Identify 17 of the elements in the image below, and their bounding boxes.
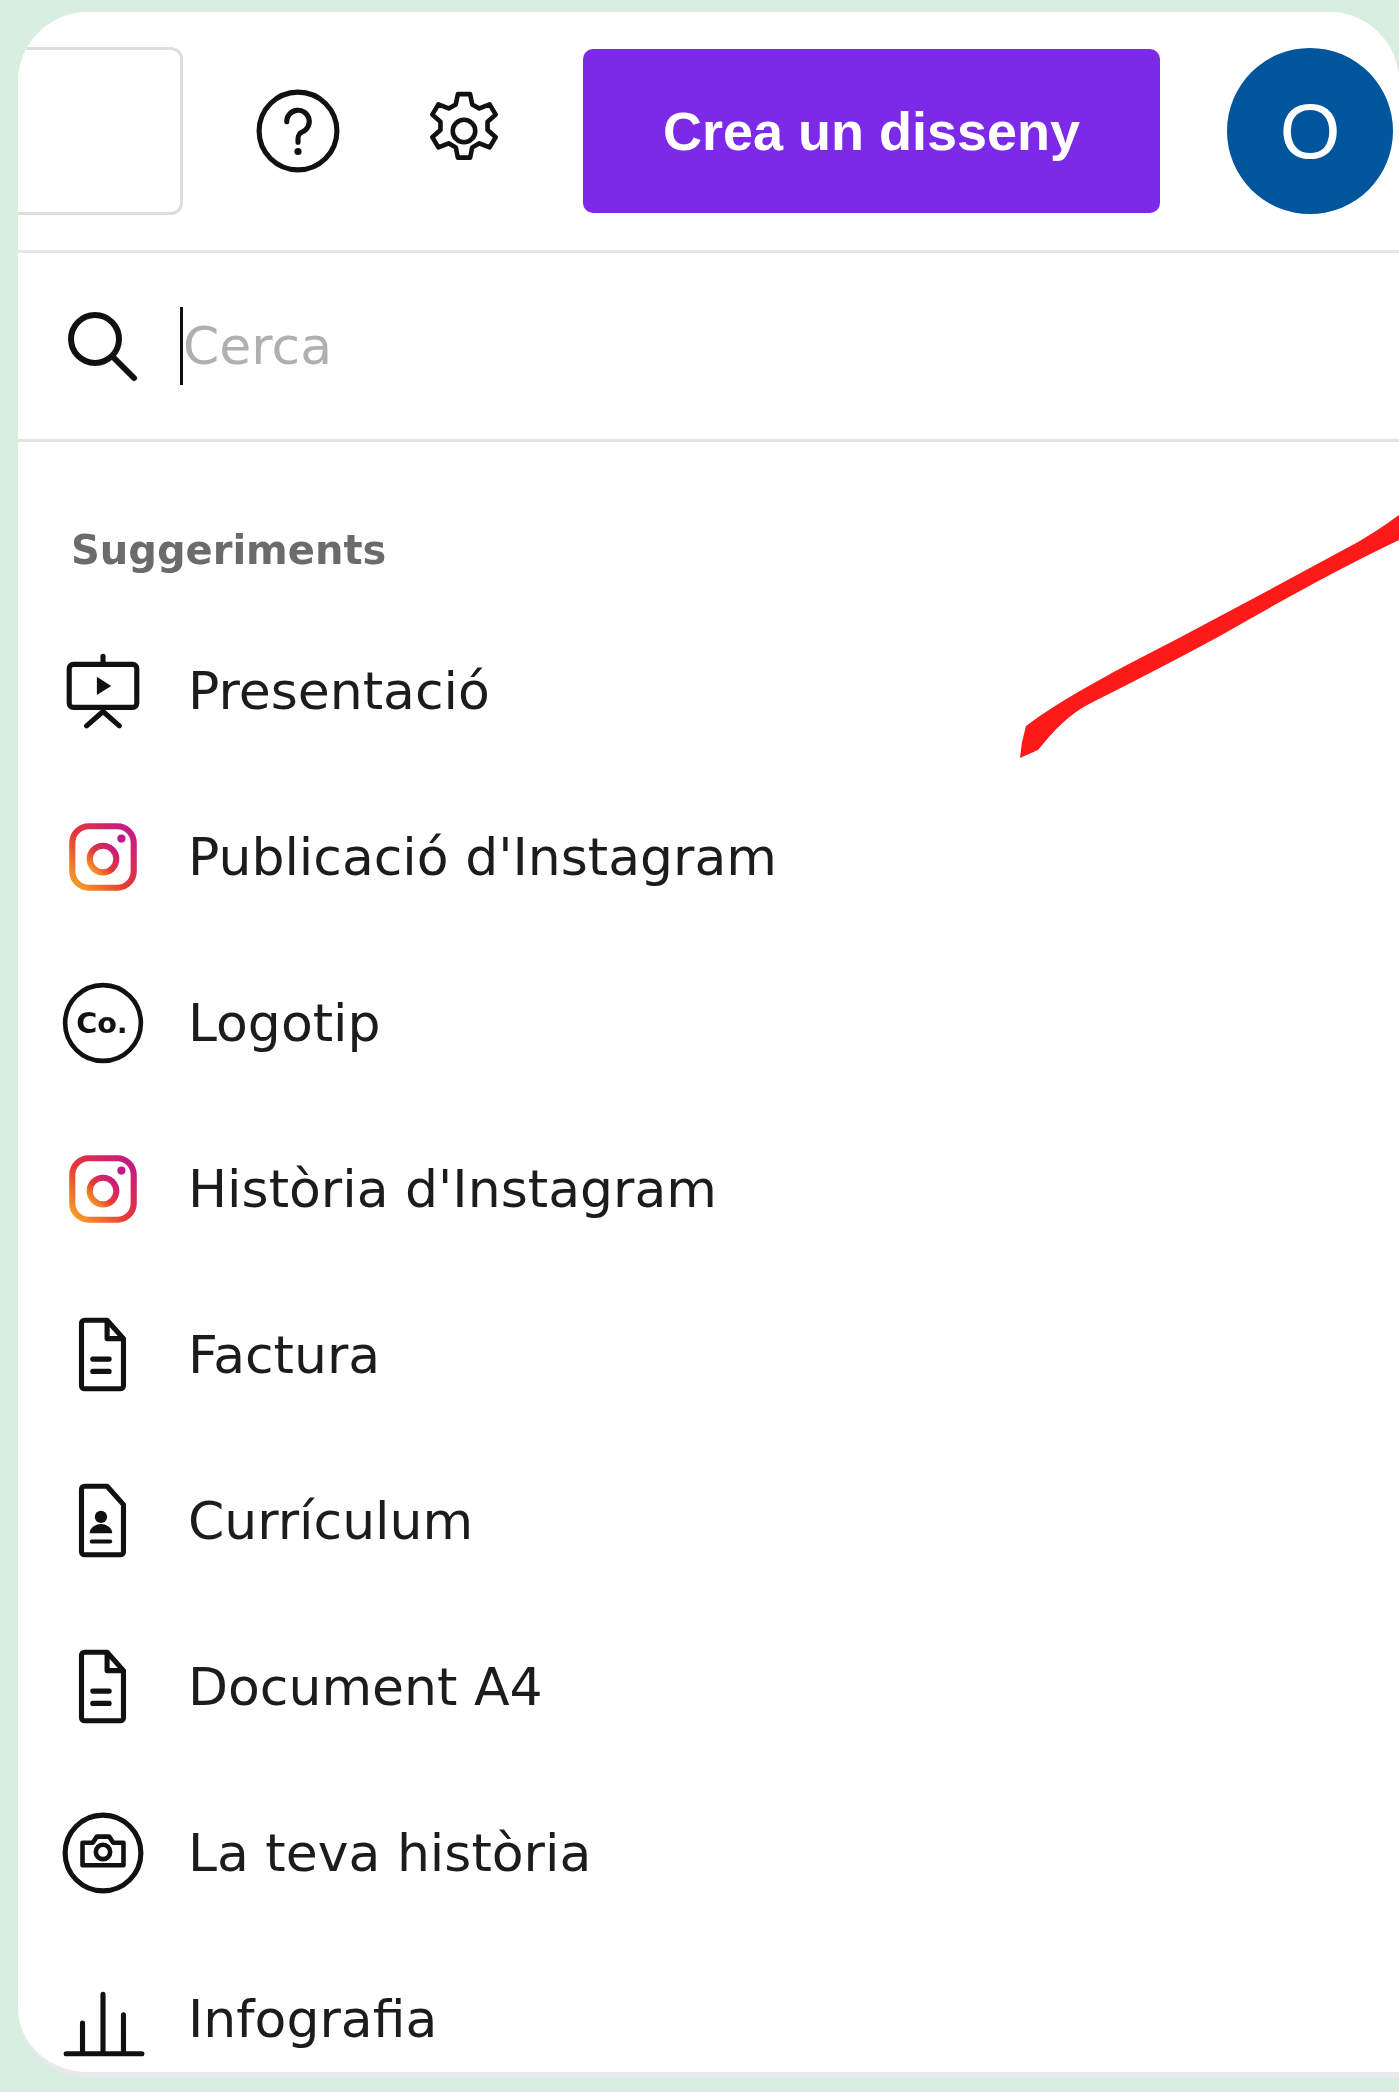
avatar[interactable]: O	[1227, 48, 1393, 214]
suggestion-item[interactable]: La teva història	[18, 1770, 1399, 1936]
search-field[interactable]: Cerca	[183, 316, 1399, 376]
suggestion-item[interactable]: Currículum	[18, 1438, 1399, 1604]
section-heading: Suggeriments	[71, 526, 388, 575]
suggestion-item[interactable]: Presentació	[18, 608, 1399, 774]
suggestion-item[interactable]: Factura	[18, 1272, 1399, 1438]
suggestion-item[interactable]: Document A4	[18, 1604, 1399, 1770]
logo-icon: Co.	[60, 980, 146, 1066]
input-field[interactable]	[18, 47, 183, 215]
help-icon[interactable]	[255, 88, 341, 174]
suggestion-item[interactable]: Publicació d'Instagram	[18, 774, 1399, 940]
create-design-button[interactable]: Crea un disseny	[583, 49, 1160, 213]
camera-icon	[60, 1810, 146, 1896]
suggestion-item[interactable]: Història d'Instagram	[18, 1106, 1399, 1272]
suggestion-item[interactable]: Co. Logotip	[18, 940, 1399, 1106]
suggestion-item[interactable]: Infografia	[18, 1936, 1399, 2072]
